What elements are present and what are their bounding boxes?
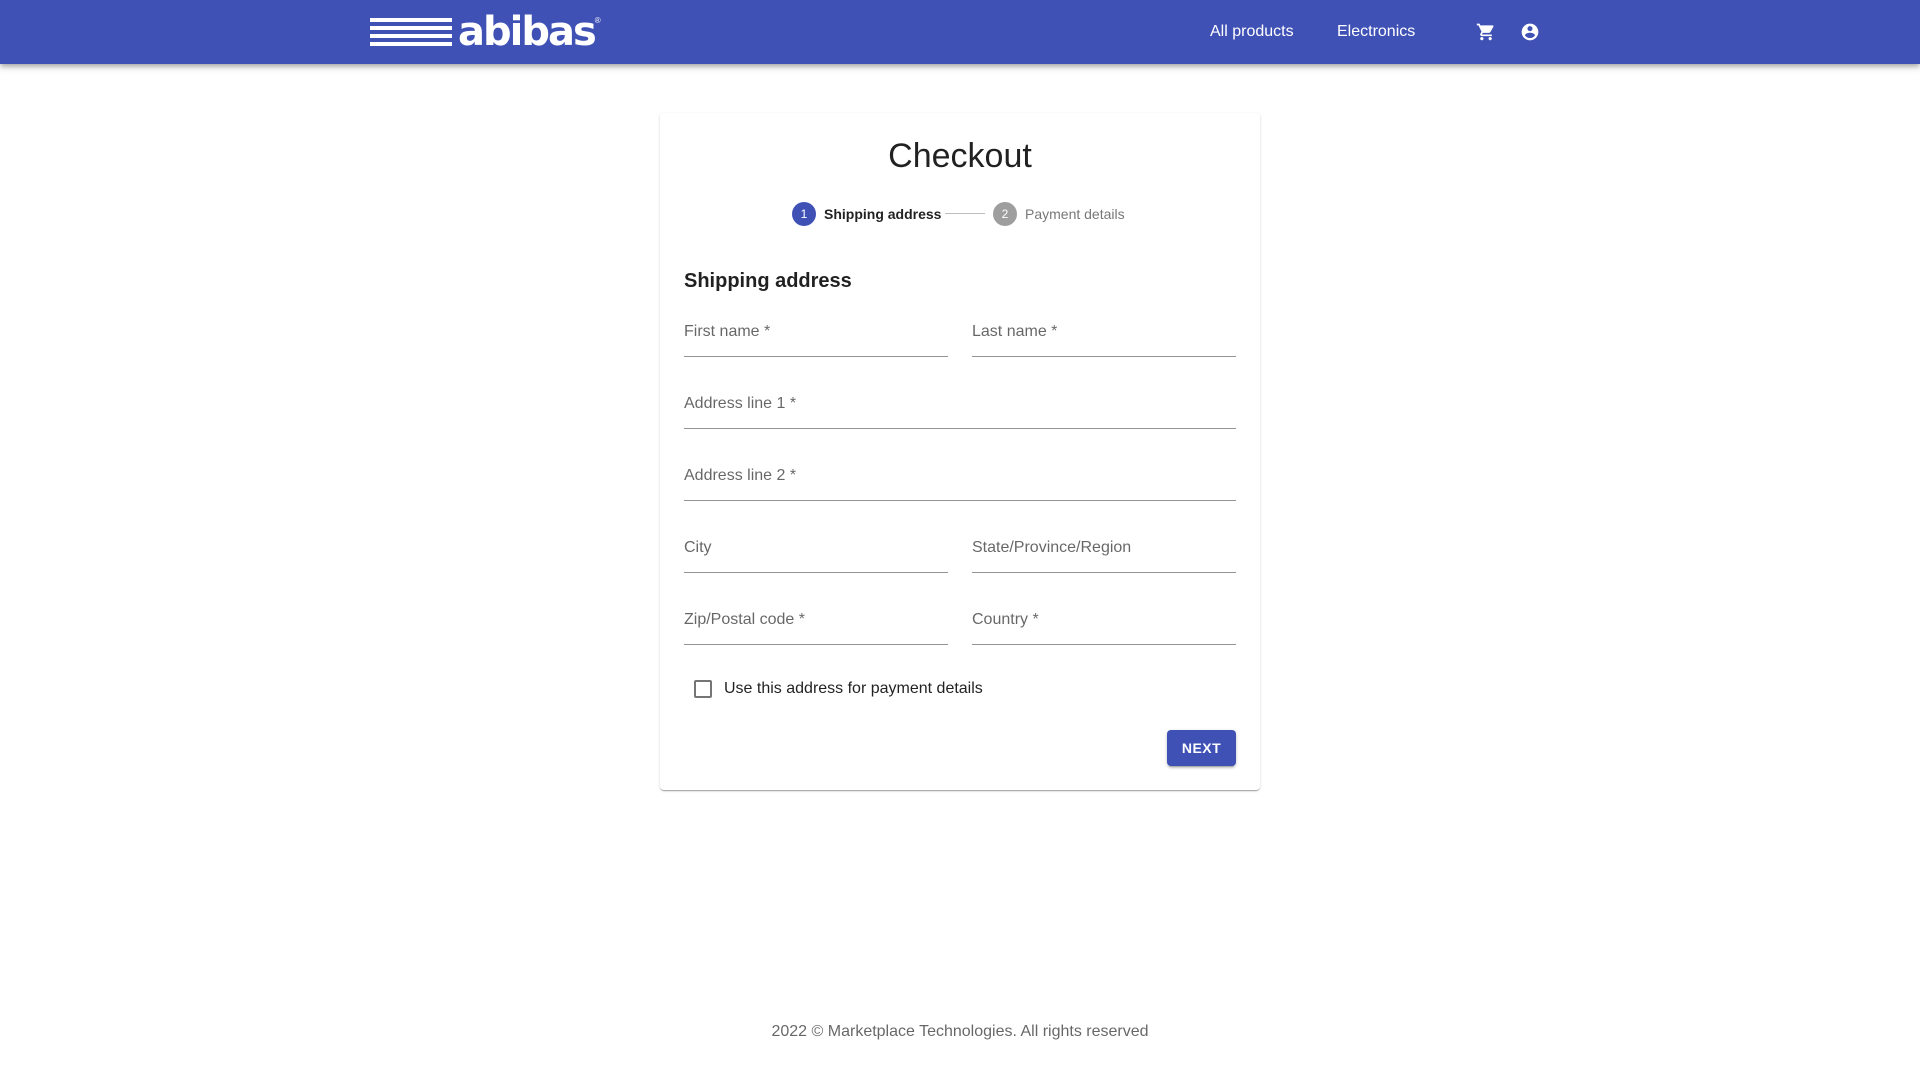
last-name-input[interactable] — [972, 309, 1236, 357]
field-underline — [684, 500, 1236, 501]
nav-electronics[interactable]: Electronics — [1337, 0, 1415, 64]
page-title: Checkout — [888, 137, 1032, 175]
step-payment: 2 Payment details — [993, 201, 1125, 227]
account-button[interactable] — [1518, 20, 1542, 44]
nav-electronics-link[interactable]: Electronics — [1337, 23, 1415, 41]
step-2-label: Payment details — [1025, 206, 1125, 222]
field-underline — [972, 356, 1236, 357]
field-underline — [684, 572, 948, 573]
brand-name: abibas — [458, 9, 597, 55]
step-1-circle: 1 — [792, 202, 816, 226]
step-connector — [945, 213, 985, 214]
field-underline — [684, 428, 1236, 429]
brand-logo[interactable]: abibas ® — [370, 9, 601, 55]
address-line-2-input[interactable] — [684, 453, 1236, 501]
state-field[interactable]: State/Province/Region — [972, 525, 1236, 573]
nav-all-products[interactable]: All products — [1210, 0, 1294, 64]
checkout-stepper: 1 Shipping address 2 Payment details — [660, 201, 1260, 229]
state-input[interactable] — [972, 525, 1236, 573]
country-field[interactable]: Country * — [972, 597, 1236, 645]
section-title: Shipping address — [684, 270, 852, 292]
step-2-circle: 2 — [993, 202, 1017, 226]
city-input[interactable] — [684, 525, 948, 573]
address-line-1-input[interactable] — [684, 381, 1236, 429]
zip-field[interactable]: Zip/Postal code * — [684, 597, 948, 645]
cart-icon — [1476, 23, 1494, 41]
checkout-card: Checkout 1 Shipping address 2 Payment de… — [660, 113, 1260, 790]
field-underline — [972, 644, 1236, 645]
nav-all-products-link[interactable]: All products — [1210, 23, 1294, 41]
field-underline — [972, 572, 1236, 573]
first-name-input[interactable] — [684, 309, 948, 357]
address-line-2-field[interactable]: Address line 2 * — [684, 453, 1236, 501]
last-name-field[interactable]: Last name * — [972, 309, 1236, 357]
address-line-1-field[interactable]: Address line 1 * — [684, 381, 1236, 429]
cart-button[interactable] — [1474, 20, 1498, 44]
logo-stripes-icon — [370, 18, 452, 46]
account-circle-icon — [1521, 23, 1539, 41]
app-bar: abibas ® All products Electronics — [0, 0, 1920, 64]
footer-copyright: 2022 © Marketplace Technologies. All rig… — [771, 1023, 1149, 1040]
field-underline — [684, 356, 948, 357]
next-button[interactable]: NEXT — [1167, 730, 1236, 766]
registered-mark: ® — [594, 16, 601, 25]
step-shipping: 1 Shipping address — [792, 201, 941, 227]
zip-input[interactable] — [684, 597, 948, 645]
field-underline — [684, 644, 948, 645]
same-address-checkbox[interactable] — [694, 680, 712, 698]
country-input[interactable] — [972, 597, 1236, 645]
same-address-checkbox-label[interactable]: Use this address for payment details — [724, 680, 983, 698]
city-field[interactable]: City — [684, 525, 948, 573]
step-1-label: Shipping address — [824, 206, 942, 222]
first-name-field[interactable]: First name * — [684, 309, 948, 357]
same-address-checkbox-row[interactable]: Use this address for payment details — [694, 680, 983, 698]
